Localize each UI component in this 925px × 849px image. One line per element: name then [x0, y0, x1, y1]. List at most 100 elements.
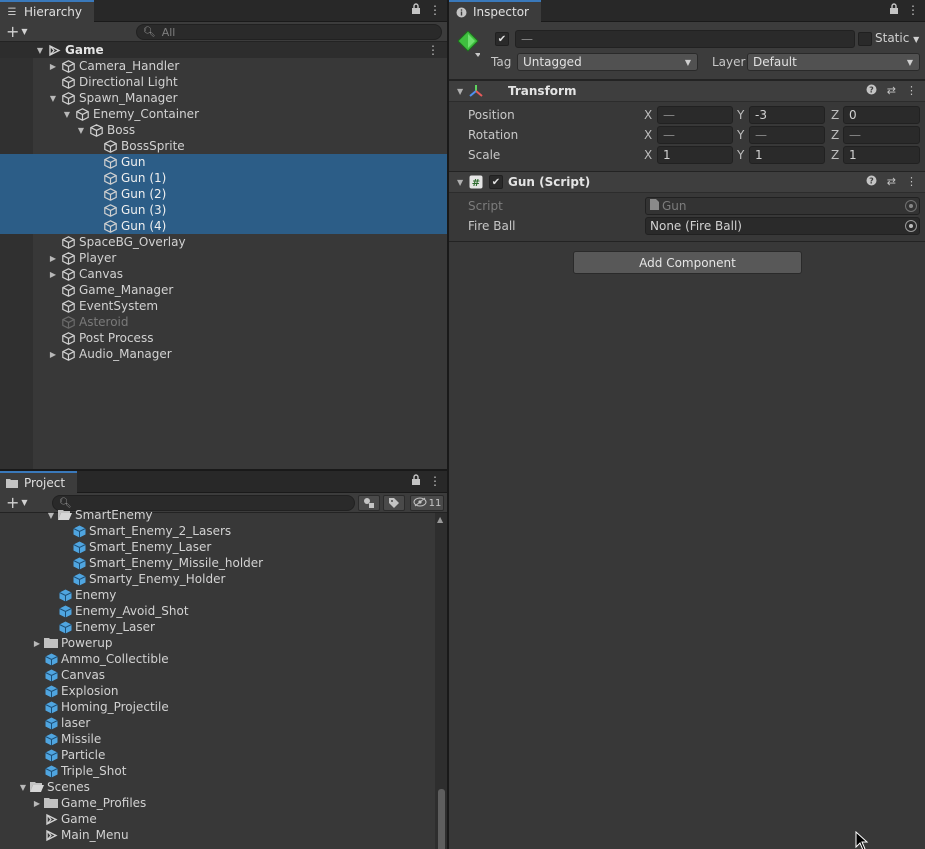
hierarchy-row[interactable]: ▼ Spawn_Manager [0, 90, 447, 106]
project-row[interactable]: ▼ SmartEnemy [0, 507, 435, 523]
project-row[interactable]: Smart_Enemy_Missile_holder [0, 555, 435, 571]
foldout-arrow-icon[interactable]: ▼ [457, 87, 463, 96]
position-x-axis-label[interactable]: X [644, 108, 652, 122]
hierarchy-search-input[interactable]: 🔍︎ All [136, 24, 442, 40]
static-dropdown[interactable]: Static ▼ [875, 31, 919, 45]
hierarchy-row[interactable]: ▶ Audio_Manager [0, 346, 447, 362]
project-row[interactable]: Triple_Shot [0, 763, 435, 779]
object-picker-icon[interactable] [905, 220, 917, 232]
scale-x-field[interactable]: 1 [657, 146, 733, 164]
hierarchy-row[interactable]: Gun [0, 154, 447, 170]
expand-arrow-right-icon[interactable]: ▶ [48, 270, 58, 279]
expand-arrow-down-icon[interactable]: ▼ [18, 783, 28, 792]
more-options-icon[interactable]: ⋮ [429, 474, 441, 488]
project-row[interactable]: Particle [0, 747, 435, 763]
project-row[interactable]: Smarty_Enemy_Holder [0, 571, 435, 587]
presets-icon[interactable]: ⇄ [887, 84, 896, 98]
position-x-field[interactable]: — [657, 106, 733, 124]
scale-x-axis-label[interactable]: X [644, 148, 652, 162]
position-y-field[interactable]: -3 [749, 106, 825, 124]
component-menu-icon[interactable]: ⋮ [906, 175, 917, 189]
project-row[interactable]: laser [0, 715, 435, 731]
add-component-button[interactable]: Add Component [573, 251, 802, 274]
hierarchy-row[interactable]: ▶ Camera_Handler [0, 58, 447, 74]
layer-dropdown[interactable]: Default ▼ [747, 53, 920, 71]
lock-icon[interactable] [411, 474, 421, 488]
more-options-icon[interactable]: ⋮ [907, 3, 919, 17]
transform-header[interactable]: ▼ Transform ? ⇄ ⋮ [449, 80, 925, 102]
static-checkbox[interactable] [858, 32, 872, 46]
project-row[interactable]: Ammo_Collectible [0, 651, 435, 667]
hierarchy-row[interactable]: Gun (2) [0, 186, 447, 202]
project-row[interactable]: ▼ Scenes [0, 779, 435, 795]
project-row[interactable]: Enemy [0, 587, 435, 603]
active-checkbox[interactable]: ✔ [495, 32, 509, 46]
hierarchy-row[interactable]: ▶ Canvas [0, 266, 447, 282]
project-row[interactable]: Missile [0, 731, 435, 747]
hierarchy-row[interactable]: ▶ Player [0, 250, 447, 266]
expand-arrow-down-icon[interactable]: ▼ [46, 511, 56, 520]
fireball-object-field[interactable]: None (Fire Ball) [645, 217, 920, 235]
expand-arrow-right-icon[interactable]: ▶ [48, 62, 58, 71]
position-z-axis-label[interactable]: Z [831, 108, 839, 122]
project-row[interactable]: Smart_Enemy_Laser [0, 539, 435, 555]
position-z-field[interactable]: 0 [843, 106, 920, 124]
hierarchy-row[interactable]: Post Process [0, 330, 447, 346]
scroll-up-icon[interactable]: ▲ [437, 515, 443, 524]
help-icon[interactable]: ? [866, 84, 877, 98]
project-row[interactable]: Enemy_Laser [0, 619, 435, 635]
hierarchy-row[interactable]: ▼ Boss [0, 122, 447, 138]
tab-inspector[interactable]: Inspector [449, 0, 541, 22]
expand-arrow-down-icon[interactable]: ▼ [76, 126, 86, 135]
expand-arrow-right-icon[interactable]: ▶ [32, 799, 42, 808]
expand-arrow-down-icon[interactable]: ▼ [62, 110, 72, 119]
project-row[interactable]: ▶ Powerup [0, 635, 435, 651]
project-scroll-thumb[interactable] [438, 789, 445, 849]
hierarchy-row[interactable]: BossSprite [0, 138, 447, 154]
tab-hierarchy[interactable]: ☰ Hierarchy [0, 0, 95, 22]
component-menu-icon[interactable]: ⋮ [906, 84, 917, 98]
project-row[interactable]: Main_Menu [0, 827, 435, 843]
scale-y-axis-label[interactable]: Y [737, 148, 744, 162]
create-button[interactable]: + ▼ [6, 23, 34, 41]
gameobject-icon[interactable] [457, 30, 481, 57]
project-row[interactable]: Smart_Enemy_2_Lasers [0, 523, 435, 539]
scale-z-axis-label[interactable]: Z [831, 148, 839, 162]
rotation-x-field[interactable]: — [657, 126, 733, 144]
project-row[interactable]: Game [0, 811, 435, 827]
position-y-axis-label[interactable]: Y [737, 108, 744, 122]
hierarchy-row[interactable]: Gun (4) [0, 218, 447, 234]
hierarchy-row[interactable]: Asteroid [0, 314, 447, 330]
project-row[interactable]: Enemy_Avoid_Shot [0, 603, 435, 619]
project-row[interactable]: Explosion [0, 683, 435, 699]
hierarchy-row[interactable]: SpaceBG_Overlay [0, 234, 447, 250]
scale-z-field[interactable]: 1 [843, 146, 920, 164]
lock-icon[interactable] [411, 3, 421, 17]
hierarchy-row[interactable]: EventSystem [0, 298, 447, 314]
project-scrollbar[interactable]: ▲ [435, 513, 447, 849]
gun-script-enabled-checkbox[interactable]: ✔ [489, 175, 503, 189]
help-icon[interactable]: ? [866, 175, 877, 189]
project-row[interactable]: ▶ Game_Profiles [0, 795, 435, 811]
foldout-arrow-icon[interactable]: ▼ [457, 178, 463, 187]
rotation-x-axis-label[interactable]: X [644, 128, 652, 142]
expand-arrow-right-icon[interactable]: ▶ [48, 350, 58, 359]
presets-icon[interactable]: ⇄ [887, 175, 896, 189]
project-row[interactable]: Canvas [0, 667, 435, 683]
tag-dropdown[interactable]: Untagged ▼ [517, 53, 698, 71]
tab-project[interactable]: Project [0, 471, 78, 493]
hierarchy-scene-row[interactable]: ▼ Game ⋮ [0, 42, 447, 58]
project-row[interactable]: Homing_Projectile [0, 699, 435, 715]
more-options-icon[interactable]: ⋮ [429, 3, 441, 17]
hierarchy-row[interactable]: Game_Manager [0, 282, 447, 298]
rotation-y-field[interactable]: — [749, 126, 825, 144]
hierarchy-row[interactable]: ▼ Enemy_Container [0, 106, 447, 122]
rotation-z-axis-label[interactable]: Z [831, 128, 839, 142]
expand-arrow-right-icon[interactable]: ▶ [48, 254, 58, 263]
gun-script-header[interactable]: ▼ # ✔ Gun (Script) ? ⇄ ⋮ [449, 171, 925, 193]
rotation-z-field[interactable]: — [843, 126, 920, 144]
rotation-y-axis-label[interactable]: Y [737, 128, 744, 142]
lock-icon[interactable] [889, 3, 899, 17]
expand-arrow-right-icon[interactable]: ▶ [32, 639, 42, 648]
expand-arrow-down-icon[interactable]: ▼ [35, 46, 45, 55]
